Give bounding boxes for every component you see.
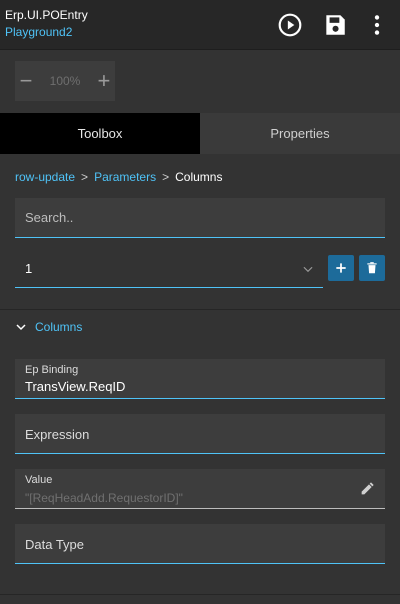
more-vertical-icon[interactable] bbox=[364, 12, 390, 38]
ep-binding-field[interactable]: Ep Binding TransView.ReqID bbox=[15, 359, 385, 399]
data-type-label: Data Type bbox=[25, 536, 85, 552]
play-circle-icon[interactable] bbox=[277, 12, 303, 38]
column-selector[interactable]: 1 bbox=[15, 250, 323, 288]
expression-label: Expression bbox=[25, 426, 90, 442]
expression-field[interactable]: Expression bbox=[15, 414, 385, 454]
ep-binding-label: Ep Binding bbox=[25, 364, 79, 376]
panel-tabs: Toolbox Properties bbox=[0, 113, 400, 154]
tab-properties[interactable]: Properties bbox=[200, 113, 400, 154]
value-field[interactable]: Value "[ReqHeadAdd.RequestorID]" bbox=[15, 469, 385, 509]
breadcrumb-separator: > bbox=[162, 170, 170, 184]
chevron-down-icon bbox=[301, 262, 315, 276]
breadcrumb-separator: > bbox=[81, 170, 89, 184]
add-item-button[interactable] bbox=[328, 255, 354, 281]
plus-icon bbox=[336, 263, 346, 273]
zoom-level: 100% bbox=[49, 74, 81, 88]
app-subtitle-link[interactable]: Playground2 bbox=[5, 25, 72, 39]
breadcrumb-row-update[interactable]: row-update bbox=[15, 170, 75, 184]
data-type-field[interactable]: Data Type bbox=[15, 524, 385, 564]
delete-item-button[interactable] bbox=[359, 255, 385, 281]
ep-binding-value: TransView.ReqID bbox=[25, 379, 126, 394]
selector-value: 1 bbox=[25, 261, 33, 276]
value-text: "[ReqHeadAdd.RequestorID]" bbox=[25, 491, 183, 505]
app-header: Erp.UI.POEntry Playground2 bbox=[0, 0, 400, 50]
zoom-out-button[interactable]: − bbox=[15, 61, 37, 101]
value-label: Value bbox=[25, 474, 53, 486]
breadcrumb-columns: Columns bbox=[175, 170, 223, 184]
pencil-icon[interactable] bbox=[359, 481, 375, 497]
section-title: Columns bbox=[35, 320, 83, 334]
columns-section-toggle[interactable]: Columns bbox=[15, 320, 82, 334]
zoom-control: − 100% + bbox=[15, 61, 115, 101]
tab-toolbox[interactable]: Toolbox bbox=[0, 113, 200, 154]
search-box bbox=[15, 198, 385, 238]
breadcrumb-parameters[interactable]: Parameters bbox=[94, 170, 156, 184]
chevron-down-icon bbox=[15, 321, 27, 333]
breadcrumb: row-update > Parameters > Columns bbox=[15, 170, 222, 184]
save-icon[interactable] bbox=[322, 12, 348, 38]
search-input[interactable] bbox=[25, 210, 385, 225]
app-title: Erp.UI.POEntry bbox=[5, 8, 88, 22]
zoom-in-button[interactable]: + bbox=[93, 61, 115, 101]
trash-icon bbox=[367, 262, 377, 274]
divider bbox=[0, 594, 400, 595]
divider bbox=[0, 309, 400, 310]
